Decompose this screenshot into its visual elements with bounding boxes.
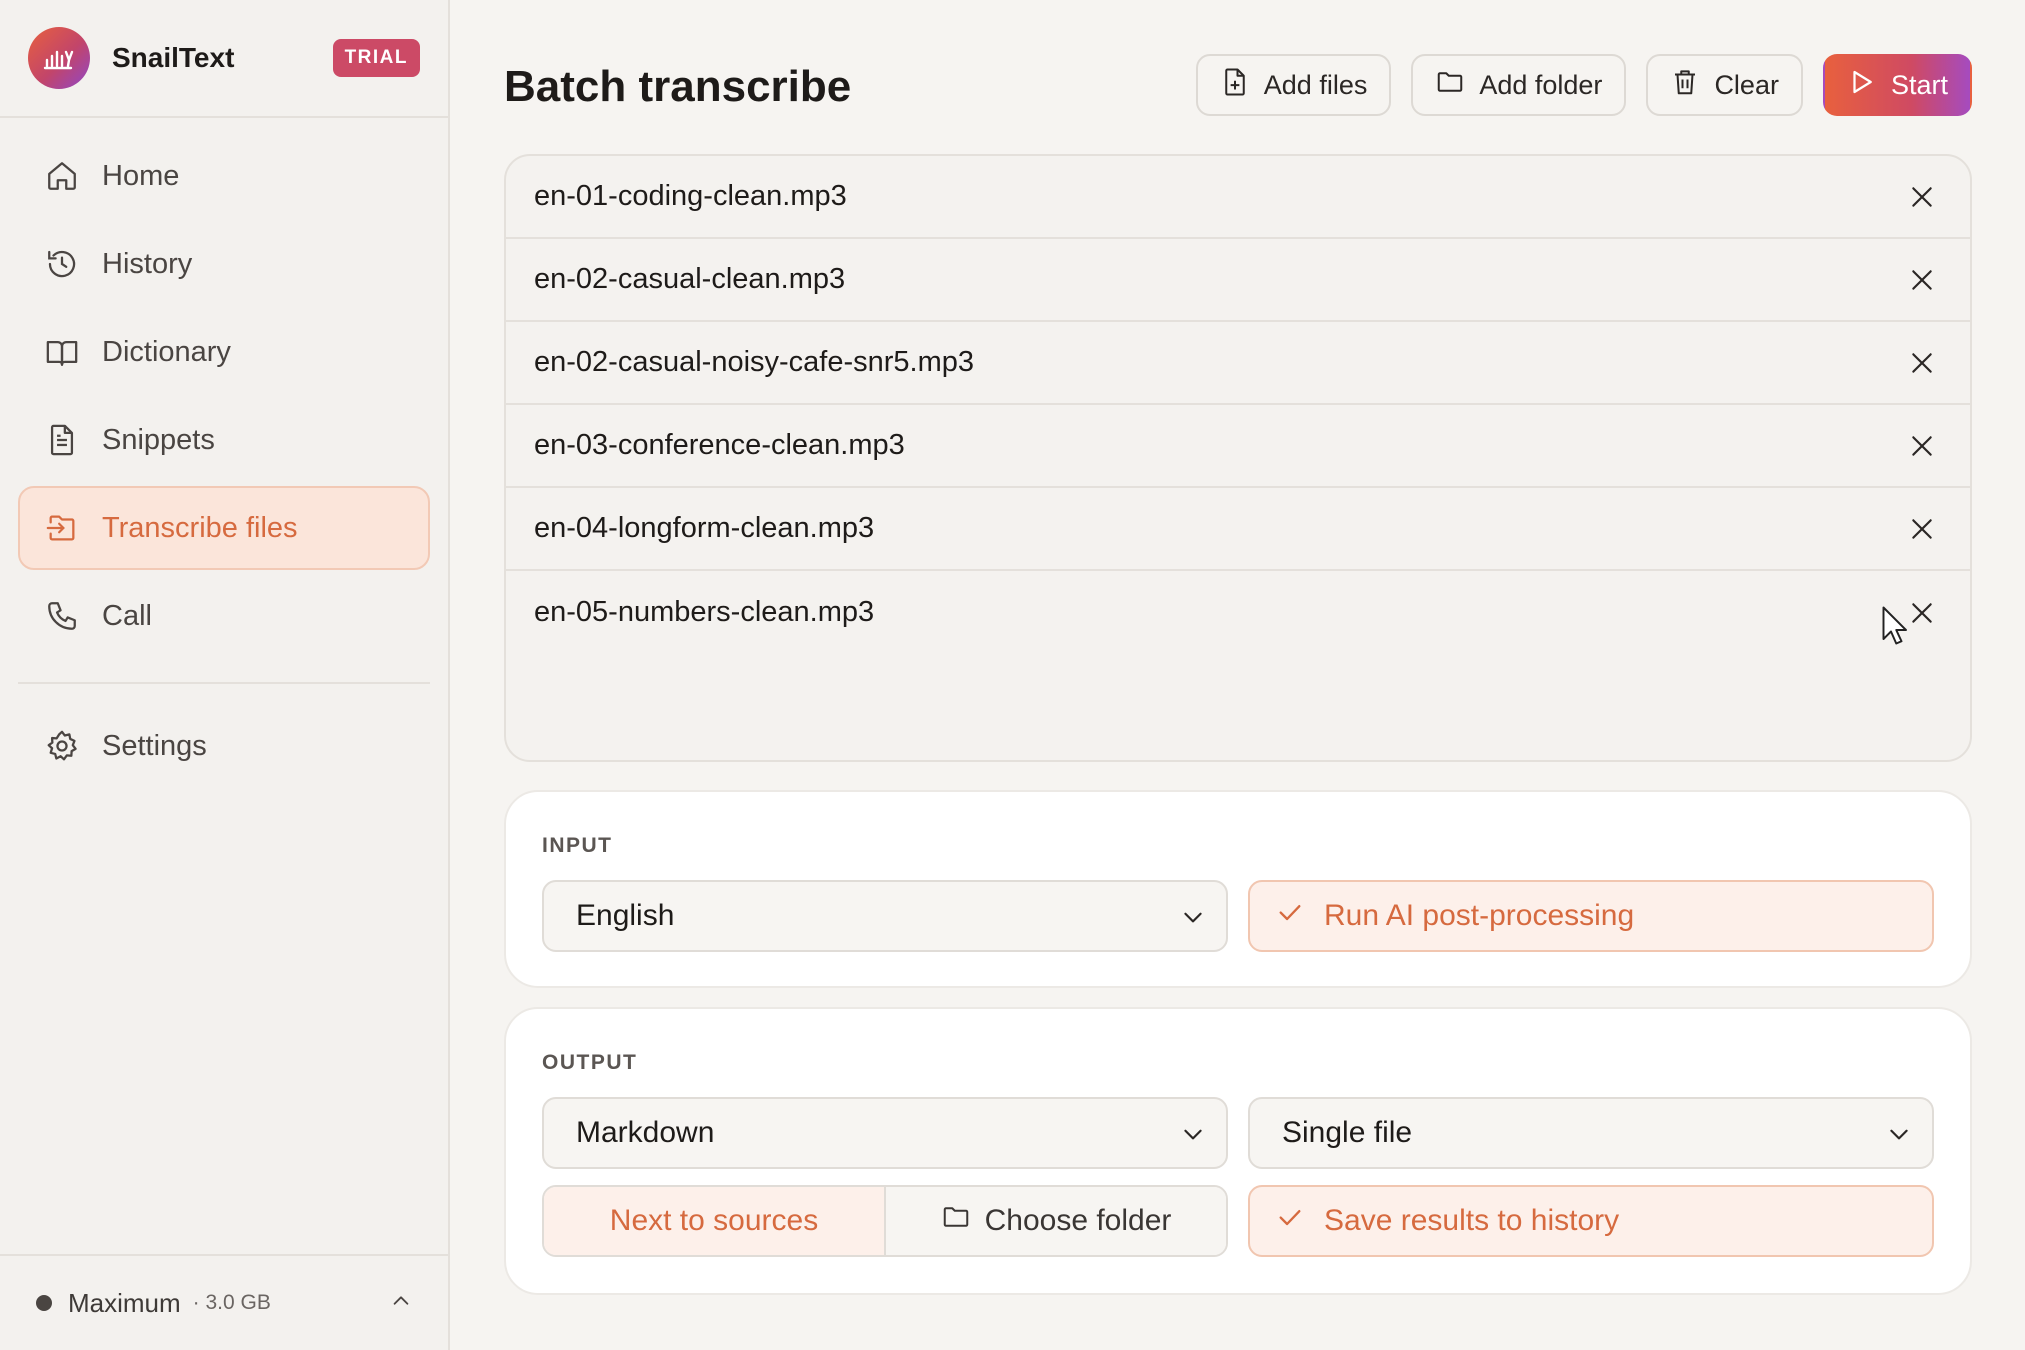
sidebar-item-label: Transcribe files [102, 511, 298, 544]
folder-icon [941, 1202, 971, 1240]
sidebar: SnailText TRIAL Home History Dictionary [0, 0, 450, 1350]
model-mode: Maximum [68, 1287, 181, 1318]
gear-icon [42, 726, 82, 766]
home-icon [42, 156, 82, 196]
output-row-format: Markdown Single file [542, 1097, 1934, 1169]
model-size: · 3.0 GB [192, 1291, 271, 1314]
book-icon [42, 332, 82, 372]
input-section-label: INPUT [542, 834, 613, 857]
input-panel: INPUT English Run AI post-processing [504, 790, 1972, 988]
folder-icon [1435, 67, 1465, 104]
next-to-sources-label: Next to sources [609, 1204, 819, 1237]
nav-divider [18, 682, 430, 684]
sidebar-item-label: Dictionary [102, 335, 231, 368]
check-icon [1276, 898, 1304, 934]
sidebar-item-settings[interactable]: Settings [18, 704, 430, 788]
close-icon[interactable] [1902, 509, 1942, 549]
choose-folder-label: Choose folder [984, 1204, 1172, 1237]
language-select[interactable]: English [542, 880, 1228, 952]
page-header: Batch transcribe Add files Add folder Cl… [504, 0, 1972, 172]
file-name: en-01-coding-clean.mp3 [534, 180, 847, 212]
file-row: en-02-casual-clean.mp3 [506, 239, 1970, 322]
sidebar-item-home[interactable]: Home [18, 134, 430, 218]
next-to-sources-option[interactable]: Next to sources [544, 1187, 886, 1255]
history-icon [42, 244, 82, 284]
chevron-down-icon [1180, 1121, 1206, 1155]
file-import-icon [42, 508, 82, 548]
mouse-cursor-icon [1882, 606, 1912, 653]
input-row: English Run AI post-processing [542, 880, 1934, 952]
chevron-down-icon [1886, 1121, 1912, 1155]
status-dot [36, 1295, 52, 1311]
save-history-label: Save results to history [1324, 1204, 1620, 1237]
start-button[interactable]: Start [1822, 54, 1972, 116]
save-history-toggle[interactable]: Save results to history [1248, 1185, 1934, 1257]
file-row: en-03-conference-clean.mp3 [506, 405, 1970, 488]
app-name: SnailText [112, 42, 235, 73]
sidebar-item-history[interactable]: History [18, 222, 430, 306]
check-icon [1276, 1203, 1304, 1239]
file-plus-icon [1220, 67, 1250, 104]
file-name: en-02-casual-noisy-cafe-snr5.mp3 [534, 346, 975, 378]
trash-icon [1670, 67, 1700, 104]
start-label: Start [1890, 69, 1948, 100]
phone-icon [42, 596, 82, 636]
output-row-location: Next to sources Choose folder Save resul… [542, 1185, 1934, 1257]
clear-button[interactable]: Clear [1646, 54, 1803, 116]
sidebar-item-call[interactable]: Call [18, 574, 430, 658]
brand-header: SnailText TRIAL [0, 0, 448, 118]
add-files-button[interactable]: Add files [1195, 54, 1392, 116]
chevron-up-icon[interactable] [390, 1288, 412, 1319]
output-mode-select[interactable]: Single file [1248, 1097, 1934, 1169]
ai-post-processing-toggle[interactable]: Run AI post-processing [1248, 880, 1934, 952]
file-name: en-04-longform-clean.mp3 [534, 512, 875, 544]
output-location-segment: Next to sources Choose folder [542, 1185, 1228, 1257]
sidebar-item-label: Snippets [102, 423, 215, 456]
choose-folder-option[interactable]: Choose folder [886, 1187, 1226, 1255]
document-icon [42, 420, 82, 460]
sidebar-item-transcribe-files[interactable]: Transcribe files [18, 486, 430, 570]
play-icon [1847, 67, 1877, 104]
close-icon[interactable] [1902, 343, 1942, 383]
trial-badge[interactable]: TRIAL [332, 39, 420, 77]
app-logo-icon [28, 27, 90, 89]
close-icon[interactable] [1902, 177, 1942, 217]
model-status-footer[interactable]: Maximum · 3.0 GB [0, 1254, 448, 1350]
page-title: Batch transcribe [504, 62, 852, 111]
file-name: en-05-numbers-clean.mp3 [534, 596, 875, 628]
sidebar-item-label: Home [102, 159, 180, 192]
add-folder-label: Add folder [1479, 69, 1603, 100]
chevron-down-icon [1180, 904, 1206, 938]
format-value: Markdown [576, 1116, 715, 1149]
close-icon[interactable] [1902, 260, 1942, 300]
clear-label: Clear [1714, 69, 1779, 100]
close-icon[interactable] [1902, 426, 1942, 466]
output-section-label: OUTPUT [542, 1051, 638, 1074]
file-row: en-04-longform-clean.mp3 [506, 488, 1970, 571]
file-row: en-05-numbers-clean.mp3 [506, 571, 1970, 654]
output-panel: OUTPUT Markdown Single file Next to sour… [504, 1007, 1972, 1295]
output-mode-value: Single file [1282, 1116, 1413, 1149]
sidebar-item-dictionary[interactable]: Dictionary [18, 310, 430, 394]
sidebar-item-label: Settings [102, 729, 207, 762]
ai-post-processing-label: Run AI post-processing [1324, 899, 1635, 932]
format-select[interactable]: Markdown [542, 1097, 1228, 1169]
sidebar-item-label: History [102, 247, 193, 280]
add-files-label: Add files [1263, 69, 1368, 100]
file-name: en-03-conference-clean.mp3 [534, 429, 905, 461]
file-row: en-02-casual-noisy-cafe-snr5.mp3 [506, 322, 1970, 405]
main-content: Batch transcribe Add files Add folder Cl… [504, 0, 1972, 1350]
add-folder-button[interactable]: Add folder [1411, 54, 1627, 116]
file-row: en-01-coding-clean.mp3 [506, 156, 1970, 239]
file-list: en-01-coding-clean.mp3 en-02-casual-clea… [504, 154, 1972, 762]
file-name: en-02-casual-clean.mp3 [534, 263, 846, 295]
header-actions: Add files Add folder Clear Start [1195, 54, 1972, 116]
language-value: English [576, 899, 675, 932]
sidebar-item-snippets[interactable]: Snippets [18, 398, 430, 482]
sidebar-nav: Home History Dictionary Snippets Transcr… [0, 118, 448, 788]
sidebar-item-label: Call [102, 599, 152, 632]
